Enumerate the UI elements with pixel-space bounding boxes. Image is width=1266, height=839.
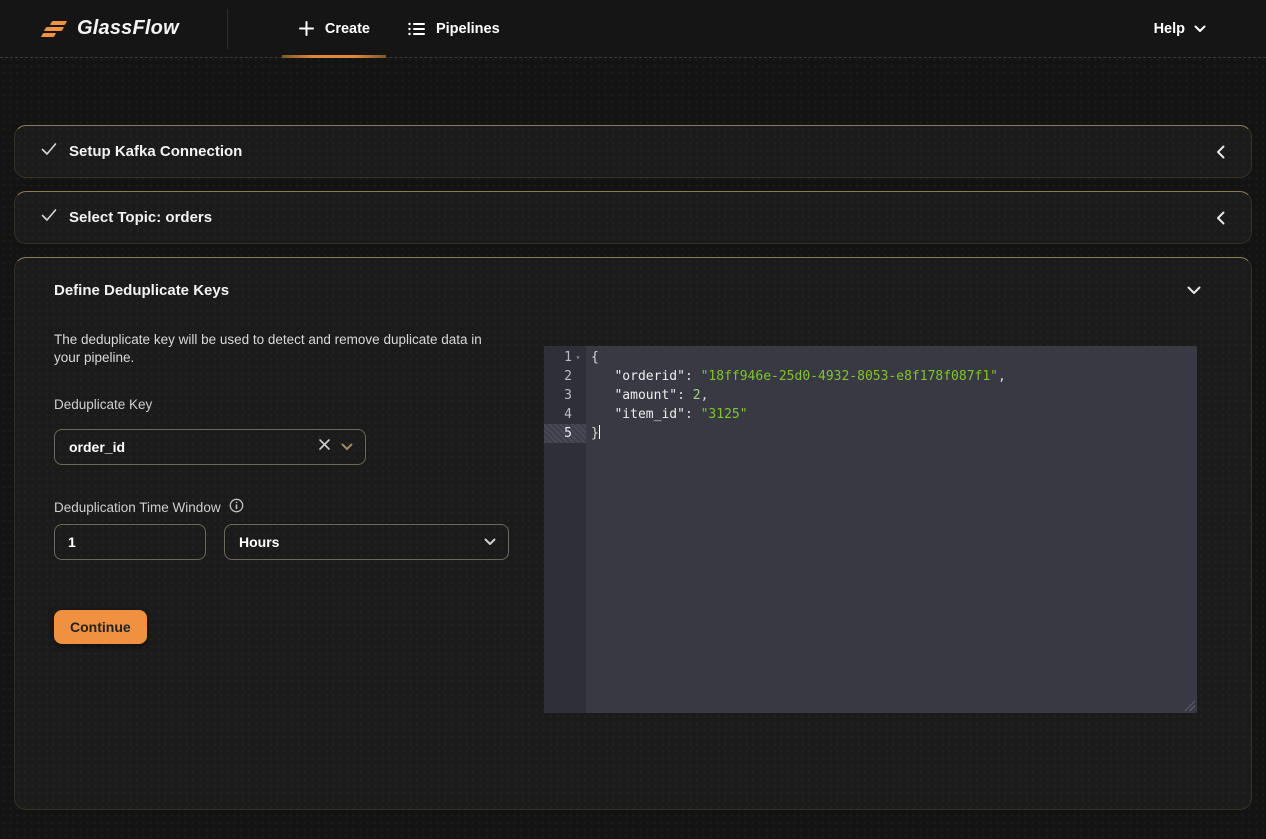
editor-resize-grip[interactable] — [1184, 700, 1195, 711]
gutter-line: 1▾ — [544, 348, 586, 367]
step-topic-title: Select Topic: orders — [69, 209, 212, 226]
glassflow-logo-icon — [42, 20, 68, 38]
code-line: } — [591, 424, 1197, 443]
gutter-line: 4 — [544, 405, 586, 424]
step-define-dedup-keys: Define Deduplicate Keys The deduplicate … — [14, 257, 1252, 810]
json-sample-editor[interactable]: 1▾2345 { "orderid": "18ff946e-25d0-4932-… — [544, 346, 1197, 713]
code-line: "orderid": "18ff946e-25d0-4932-8053-e8f1… — [591, 367, 1197, 386]
dedup-key-select[interactable]: order_id — [54, 429, 366, 465]
time-window-label-row: Deduplication Time Window — [54, 498, 511, 516]
time-window-label: Deduplication Time Window — [54, 500, 221, 515]
check-icon — [41, 208, 57, 227]
main-content: Setup Kafka Connection Select Topic: ord… — [0, 58, 1266, 810]
gutter-line: 5 — [544, 424, 586, 443]
info-icon[interactable] — [229, 498, 244, 516]
chevron-left-icon[interactable] — [1216, 145, 1225, 159]
pipelines-list-icon — [408, 21, 426, 37]
chevron-down-icon[interactable] — [484, 533, 496, 551]
tab-create[interactable]: Create — [298, 0, 370, 58]
brand-name: GlassFlow — [77, 17, 179, 40]
check-icon — [41, 142, 57, 161]
dedup-form: The deduplicate key will be used to dete… — [54, 322, 511, 713]
help-label: Help — [1154, 21, 1185, 37]
top-navbar: GlassFlow Create Pipelines Help — [0, 0, 1266, 58]
code-line: "amount": 2, — [591, 386, 1197, 405]
editor-gutter: 1▾2345 — [544, 346, 586, 713]
dedup-panel-body: The deduplicate key will be used to dete… — [15, 322, 1251, 713]
editor-code[interactable]: { "orderid": "18ff946e-25d0-4932-8053-e8… — [586, 346, 1197, 713]
code-line: "item_id": "3125" — [591, 405, 1197, 424]
text-cursor — [599, 425, 601, 439]
fold-toggle-icon[interactable]: ▾ — [572, 348, 584, 367]
chevron-left-icon[interactable] — [1216, 211, 1225, 225]
dedup-description: The deduplicate key will be used to dete… — [54, 331, 504, 367]
time-window-unit-select[interactable]: Hours — [224, 524, 509, 560]
tab-create-label: Create — [325, 21, 370, 37]
step-kafka-title: Setup Kafka Connection — [69, 143, 242, 160]
nav-divider — [227, 9, 228, 49]
tab-pipelines-label: Pipelines — [436, 21, 500, 37]
code-line: { — [591, 348, 1197, 367]
chevron-down-icon — [1194, 21, 1206, 37]
time-window-unit-value: Hours — [239, 534, 279, 550]
chevron-down-icon[interactable] — [341, 438, 353, 456]
continue-button[interactable]: Continue — [54, 610, 147, 644]
gutter-line: 2 — [544, 367, 586, 386]
nav-tabs: Create Pipelines — [298, 0, 500, 58]
help-menu[interactable]: Help — [1154, 21, 1206, 37]
time-window-row: Hours — [54, 524, 511, 560]
dedup-key-value: order_id — [69, 439, 125, 455]
gutter-line: 3 — [544, 386, 586, 405]
step-select-topic[interactable]: Select Topic: orders — [14, 191, 1252, 244]
dedup-panel-header[interactable]: Define Deduplicate Keys — [15, 258, 1251, 322]
clear-x-icon[interactable] — [318, 438, 331, 456]
dedup-panel-title: Define Deduplicate Keys — [54, 282, 229, 299]
tab-pipelines[interactable]: Pipelines — [408, 0, 500, 58]
chevron-down-icon[interactable] — [1187, 286, 1201, 295]
dedup-key-label: Deduplicate Key — [54, 397, 511, 412]
step-kafka-connection[interactable]: Setup Kafka Connection — [14, 125, 1252, 178]
time-window-value-input[interactable] — [54, 524, 206, 560]
plus-icon — [298, 20, 315, 37]
brand-logo[interactable]: GlassFlow — [42, 17, 179, 40]
